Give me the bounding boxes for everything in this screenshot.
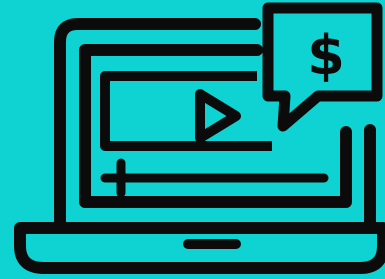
video-window-icon: [100, 71, 272, 151]
dollar-sign-icon: $: [307, 24, 345, 87]
laptop-video-monetization-icon: $: [14, 2, 385, 274]
video-progress-bar-icon: [100, 158, 329, 198]
laptop-base-icon: [14, 222, 385, 274]
price-speech-bubble-icon: $: [262, 2, 383, 132]
play-icon: [195, 89, 241, 143]
illustration-canvas: $: [0, 0, 385, 279]
